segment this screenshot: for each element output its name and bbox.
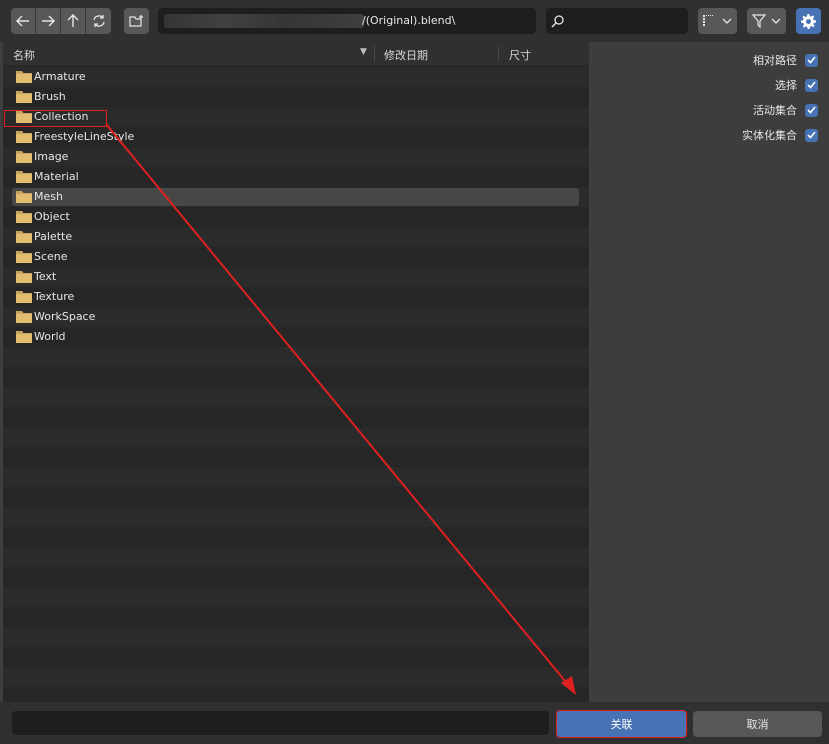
checkmark-icon (807, 56, 816, 64)
folder-row-texture[interactable]: Texture (3, 287, 589, 307)
folder-icon (16, 171, 32, 183)
column-divider (374, 46, 375, 62)
folder-icon (16, 251, 32, 263)
cancel-button[interactable]: 取消 (693, 711, 822, 737)
folder-name: Material (34, 170, 79, 183)
column-header-size[interactable]: 尺寸 (509, 47, 531, 63)
chevron-down-icon (722, 18, 732, 24)
folder-name: FreestyleLineStyle (34, 130, 135, 143)
folder-row-freestylelinestyle[interactable]: FreestyleLineStyle (3, 127, 589, 147)
arrow-left-icon (16, 15, 29, 27)
folder-name: Scene (34, 250, 68, 263)
arrow-right-icon (42, 15, 55, 27)
parent-directory-button[interactable] (61, 8, 86, 34)
display-mode-dropdown[interactable] (698, 8, 737, 34)
checkbox-checked[interactable] (805, 78, 818, 92)
folder-row-scene[interactable]: Scene (3, 247, 589, 267)
directory-path-text: /(Original).blend\ (362, 14, 456, 27)
folder-icon (16, 91, 32, 103)
search-input[interactable] (546, 8, 688, 34)
file-list-rows: Armature Brush Collection FreestyleLineS… (3, 67, 589, 347)
refresh-button[interactable] (86, 8, 111, 34)
settings-toggle-button[interactable] (796, 8, 821, 34)
option-label: 相对路径 (753, 54, 797, 67)
filter-icon (752, 14, 766, 28)
column-header-modified[interactable]: 修改日期 (384, 47, 428, 63)
folder-name: Image (34, 150, 69, 163)
navigation-button-group (11, 8, 111, 34)
folder-name: Armature (34, 70, 86, 83)
folder-name: Palette (34, 230, 73, 243)
checkbox-checked[interactable] (805, 103, 818, 117)
folder-row-material[interactable]: Material (3, 167, 589, 187)
checkmark-icon (807, 131, 816, 139)
folder-name: World (34, 330, 66, 343)
folder-row-palette[interactable]: Palette (3, 227, 589, 247)
folder-name: Text (34, 270, 57, 283)
folder-row-image[interactable]: Image (3, 147, 589, 167)
folder-icon (16, 331, 32, 343)
folder-icon (16, 211, 32, 223)
folder-icon (16, 271, 32, 283)
folder-icon (16, 191, 32, 203)
folder-row-world[interactable]: World (3, 327, 589, 347)
folder-row-object[interactable]: Object (3, 207, 589, 227)
checkbox-checked[interactable] (805, 128, 818, 142)
folder-icon (16, 151, 32, 163)
folder-row-collection[interactable]: Collection (3, 107, 589, 127)
list-display-icon (703, 15, 713, 26)
option-relative-path[interactable]: 相对路径 (753, 52, 818, 68)
filter-dropdown[interactable] (747, 8, 786, 34)
redacted-path-segment (164, 14, 364, 28)
file-list-header: 名称 ▼ 修改日期 尺寸 (3, 42, 589, 66)
folder-name: Collection (34, 110, 89, 123)
folder-row-text[interactable]: Text (3, 267, 589, 287)
option-active-collection[interactable]: 活动集合 (753, 102, 818, 118)
file-browser-toolbar: /(Original).blend\ (0, 0, 829, 42)
folder-row-workspace[interactable]: WorkSpace (3, 307, 589, 327)
option-label: 实体化集合 (742, 129, 797, 142)
folder-name: Brush (34, 90, 66, 103)
checkbox-checked[interactable] (805, 53, 818, 67)
folder-name: WorkSpace (34, 310, 96, 323)
gear-icon (801, 13, 816, 29)
column-divider (498, 46, 499, 62)
folder-icon (16, 71, 32, 83)
search-icon (551, 15, 564, 28)
filename-input[interactable] (12, 711, 549, 735)
folder-row-brush[interactable]: Brush (3, 87, 589, 107)
parent-dir-icon (67, 14, 79, 27)
new-folder-button[interactable] (124, 8, 149, 34)
folder-icon (16, 291, 32, 303)
folder-row-armature[interactable]: Armature (3, 67, 589, 87)
folder-icon (16, 111, 32, 123)
file-browser-footer: 关联 取消 (0, 702, 829, 744)
sort-descending-icon: ▼ (360, 47, 367, 57)
option-instance-collections[interactable]: 实体化集合 (742, 127, 818, 143)
option-select[interactable]: 选择 (775, 77, 818, 93)
file-list: 名称 ▼ 修改日期 尺寸 Armature Brush Collection F… (3, 42, 589, 702)
back-button[interactable] (11, 8, 36, 34)
new-folder-icon (128, 15, 143, 27)
column-header-name[interactable]: 名称 (13, 47, 35, 63)
folder-row-mesh[interactable]: Mesh (3, 187, 589, 207)
folder-icon (16, 231, 32, 243)
option-label: 选择 (775, 79, 797, 92)
checkmark-icon (807, 81, 816, 89)
row-highlight (12, 188, 579, 206)
chevron-down-icon (771, 18, 781, 24)
options-panel: 相对路径 选择 活动集合 实体化集合 (590, 42, 829, 702)
directory-path-field[interactable]: /(Original).blend\ (158, 8, 536, 34)
forward-button[interactable] (36, 8, 61, 34)
checkmark-icon (807, 106, 816, 114)
empty-list-area (3, 347, 589, 702)
refresh-icon (92, 15, 105, 27)
link-button[interactable]: 关联 (556, 710, 687, 738)
folder-name: Texture (34, 290, 75, 303)
folder-icon (16, 311, 32, 323)
folder-name: Mesh (34, 190, 63, 203)
folder-name: Object (34, 210, 70, 223)
option-label: 活动集合 (753, 104, 797, 117)
folder-icon (16, 131, 32, 143)
